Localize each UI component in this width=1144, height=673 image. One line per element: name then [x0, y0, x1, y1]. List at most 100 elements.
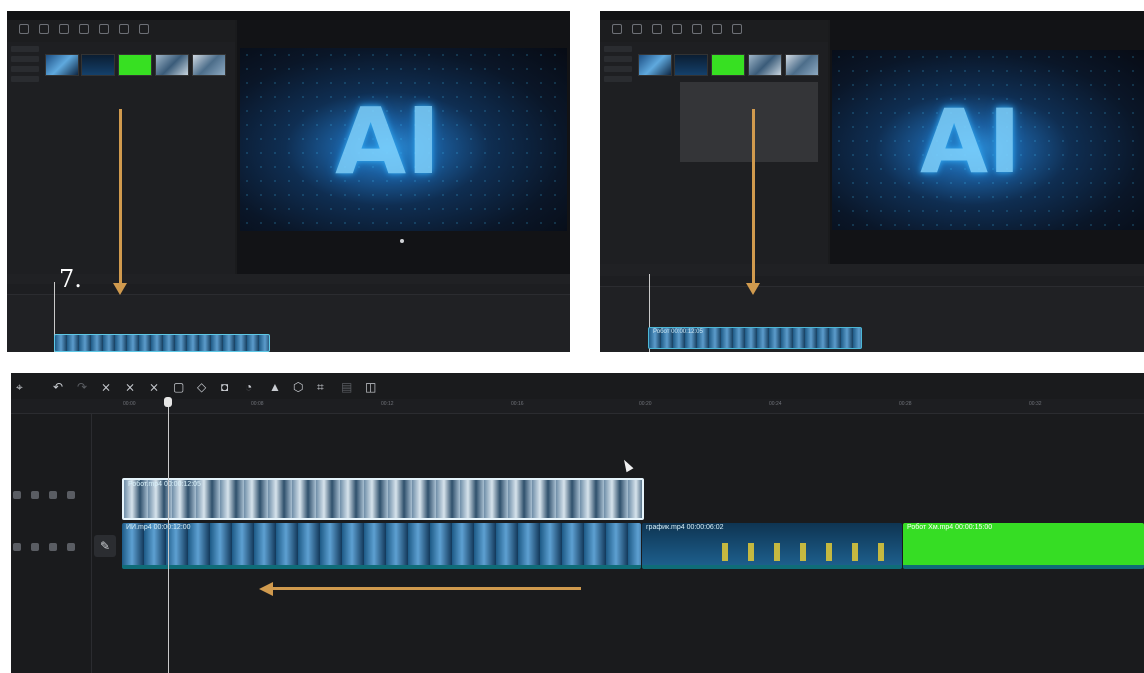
media-icon[interactable] — [612, 24, 622, 34]
clip-label: Робот.mp4 00:00:12:05 — [128, 481, 201, 488]
ruler-label: 00:32 — [1029, 401, 1042, 407]
media-toolbar — [600, 20, 828, 42]
filters-icon[interactable] — [732, 24, 742, 34]
ruler-label: 00:24 — [769, 401, 782, 407]
timeline-panel — [7, 274, 570, 352]
filters-icon[interactable] — [139, 24, 149, 34]
play-indicator-icon[interactable] — [400, 239, 404, 243]
audio-icon[interactable] — [39, 24, 49, 34]
transitions-icon[interactable] — [119, 24, 129, 34]
media-thumbnail-graph[interactable] — [81, 54, 115, 76]
hide-icon[interactable] — [31, 491, 39, 499]
ruler-label: 00:08 — [251, 401, 264, 407]
timeline-clip-robot-overlay[interactable]: Робот.mp4 00:00:12:05 — [122, 478, 644, 520]
sidebar-item[interactable] — [604, 56, 632, 62]
text-icon[interactable] — [652, 24, 662, 34]
timeline-ruler — [600, 276, 1144, 287]
down-arrow-head — [746, 283, 760, 295]
timeline-panel: Робот 00:00:12:05 — [600, 264, 1144, 352]
sidebar-item[interactable] — [11, 46, 39, 52]
down-arrow — [119, 109, 122, 289]
graph-bars — [702, 543, 892, 561]
preview-frame-ai: AI — [832, 50, 1144, 230]
sidebar-item[interactable] — [604, 46, 632, 52]
marker-icon[interactable]: ◇ — [197, 381, 206, 393]
timeline-clip-robot-green[interactable]: Робот Хм.mp4 00:00:15:00 — [903, 523, 1144, 569]
preview-player: AI — [237, 20, 570, 274]
redo-icon[interactable]: ↷ — [77, 381, 87, 393]
timeline-ruler: 00:00 00:08 00:12 00:16 00:20 00:24 00:2… — [11, 399, 1144, 414]
transitions-icon[interactable] — [712, 24, 722, 34]
split-icon[interactable]: ⨯ — [101, 381, 111, 393]
split-left-icon[interactable]: ⨯ — [125, 381, 135, 393]
timeline-clip-ai[interactable]: ИИ.mp4 00:00:12:00 — [122, 523, 641, 569]
select-tool-icon[interactable]: ⌖ — [16, 381, 23, 393]
ruler-label: 00:16 — [511, 401, 524, 407]
mouse-cursor-icon — [620, 457, 634, 473]
sidebar-item[interactable] — [11, 56, 39, 62]
edit-cover-icon[interactable]: ✎ — [94, 535, 116, 557]
delete-icon[interactable]: ▢ — [173, 381, 184, 393]
effects-icon[interactable] — [99, 24, 109, 34]
media-thumbnail-robot-green[interactable] — [118, 54, 152, 76]
media-icon[interactable] — [19, 24, 29, 34]
sidebar-item[interactable] — [604, 76, 632, 82]
timeline-ruler — [7, 284, 570, 295]
split-right-icon[interactable]: ⨯ — [149, 381, 159, 393]
sidebar-item[interactable] — [11, 66, 39, 72]
title-bar — [7, 11, 570, 20]
timeline-toolbar: ⌖ ↶ ↷ ⨯ ⨯ ⨯ ▢ ◇ ◘ ◔ ▲ ⬡ ⌗ ▤ ◫ — [11, 373, 1144, 399]
hide-icon[interactable] — [31, 543, 39, 551]
down-arrow-head — [113, 283, 127, 295]
media-thumbnail-robot[interactable] — [155, 54, 189, 76]
timeline-zoomed: ⌖ ↶ ↷ ⨯ ⨯ ⨯ ▢ ◇ ◘ ◔ ▲ ⬡ ⌗ ▤ ◫ 00:00 00:0… — [11, 373, 1144, 673]
media-thumbnail-robot-green[interactable] — [711, 54, 745, 76]
media-thumbnail-robot-2[interactable] — [192, 54, 226, 76]
timeline-clip-graph[interactable]: график.mp4 00:00:06:02 — [642, 523, 902, 569]
down-arrow — [752, 109, 755, 287]
drag-selection-overlay — [680, 82, 818, 162]
mute-icon[interactable] — [67, 491, 75, 499]
sidebar-item[interactable] — [11, 76, 39, 82]
preview-player: AI — [830, 20, 1144, 264]
ruler-label: 00:00 — [123, 401, 136, 407]
mirror-icon[interactable]: ▲ — [269, 381, 281, 393]
media-thumbnail-ai[interactable] — [45, 54, 79, 76]
lock-icon[interactable] — [13, 491, 21, 499]
effects-icon[interactable] — [692, 24, 702, 34]
media-thumbnail-ai[interactable] — [638, 54, 672, 76]
title-bar — [600, 11, 1144, 20]
ruler-label: 00:20 — [639, 401, 652, 407]
ruler-label: 00:28 — [899, 401, 912, 407]
left-arrow — [271, 587, 581, 590]
clip-label: Робот Хм.mp4 00:00:15:00 — [907, 524, 993, 531]
playhead-handle[interactable] — [164, 397, 172, 407]
media-library — [600, 42, 828, 264]
reverse-icon[interactable]: ◔ — [245, 381, 252, 393]
freeze-icon[interactable]: ◘ — [221, 381, 228, 393]
rotate-icon[interactable]: ⬡ — [293, 381, 303, 393]
sticker-icon[interactable] — [672, 24, 682, 34]
editor-screenshot-before: AI 7. — [7, 11, 570, 352]
mute-icon[interactable] — [67, 543, 75, 551]
media-thumbnail-robot[interactable] — [748, 54, 782, 76]
clip-label: Робот 00:00:12:05 — [653, 329, 703, 335]
ai-graphic: AI — [920, 90, 1021, 193]
resize-icon[interactable]: ◫ — [365, 381, 376, 393]
playhead[interactable] — [168, 401, 169, 673]
audio-icon[interactable] — [632, 24, 642, 34]
media-thumbnail-graph[interactable] — [674, 54, 708, 76]
audio-icon[interactable] — [49, 491, 57, 499]
sidebar-item[interactable] — [604, 66, 632, 72]
media-thumbnail-robot-2[interactable] — [785, 54, 819, 76]
undo-icon[interactable]: ↶ — [53, 381, 63, 393]
audio-icon[interactable] — [49, 543, 57, 551]
sticker-icon[interactable] — [79, 24, 89, 34]
timeline-clip-ai[interactable] — [54, 334, 270, 352]
mask-icon[interactable]: ▤ — [341, 381, 352, 393]
timeline-clip-ai[interactable]: Робот 00:00:12:05 — [648, 327, 862, 349]
crop-icon[interactable]: ⌗ — [317, 381, 324, 393]
lock-icon[interactable] — [13, 543, 21, 551]
text-icon[interactable] — [59, 24, 69, 34]
media-toolbar — [7, 20, 235, 42]
